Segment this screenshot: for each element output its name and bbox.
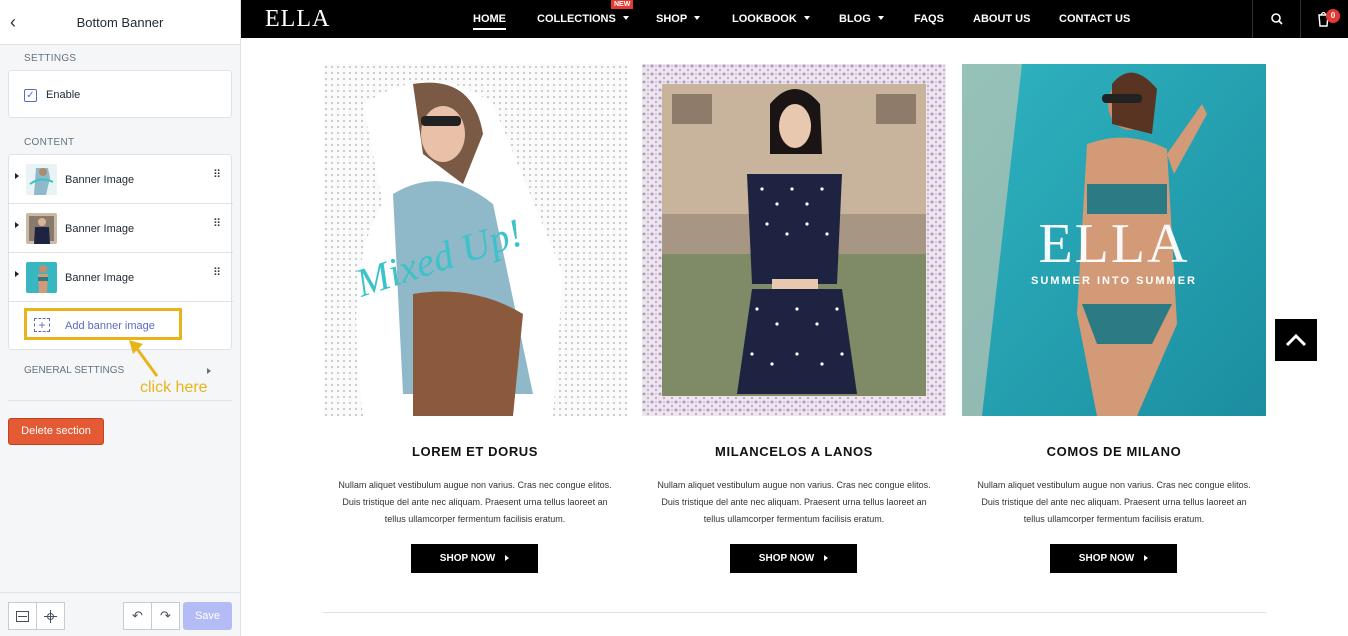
nav-shop[interactable]: SHOP <box>656 13 701 25</box>
banner-thumbnail <box>26 213 57 244</box>
divider <box>8 400 232 401</box>
block-row[interactable]: Banner Image ⠿ <box>9 253 233 302</box>
banner-image[interactable] <box>642 64 946 416</box>
undo-icon[interactable]: ↶ <box>123 602 152 630</box>
back-to-top-button[interactable] <box>1275 319 1317 361</box>
product-title: COMOS DE MILANO <box>1046 444 1182 459</box>
enable-checkbox[interactable]: ✓ <box>24 89 37 102</box>
drag-handle-icon[interactable]: ⠿ <box>213 170 221 181</box>
expand-caret-icon[interactable] <box>15 222 19 228</box>
nav-faqs[interactable]: FAQS <box>914 13 944 25</box>
cart-count-badge: 0 <box>1326 9 1340 23</box>
main-navigation: ELLA HOME COLLECTIONS NEW SHOP LOOKBOOK … <box>241 0 1348 38</box>
store-logo[interactable]: ELLA <box>265 6 330 33</box>
product-description: Nullam aliquet vestibulum augue non vari… <box>977 480 1251 524</box>
product-title: LOREM ET DORUS <box>411 444 539 459</box>
theme-editor-sidebar: ‹ Bottom Banner SETTINGS ✓ Enable CONTEN… <box>0 0 241 636</box>
add-banner-image-label: Add banner image <box>65 320 155 332</box>
dropdown-caret-icon <box>694 16 701 20</box>
annotation-arrow-icon <box>129 340 159 377</box>
general-settings-caret-icon[interactable] <box>207 368 211 374</box>
divider <box>323 612 1267 613</box>
editor-header: ‹ Bottom Banner <box>0 0 240 45</box>
block-label: Banner Image <box>65 272 135 284</box>
block-row[interactable]: Banner Image ⠿ <box>9 155 233 204</box>
nav-home[interactable]: HOME <box>473 13 506 30</box>
expand-caret-icon[interactable] <box>15 173 19 179</box>
play-arrow-icon <box>824 555 829 561</box>
shop-now-button[interactable]: SHOP NOW <box>1050 544 1177 573</box>
banner-thumbnail <box>26 262 57 293</box>
product-title: MILANCELOS A LANOS <box>715 444 873 459</box>
save-button[interactable]: Save <box>183 602 232 630</box>
block-label: Banner Image <box>65 223 135 235</box>
nav-contact-us[interactable]: CONTACT US <box>1059 13 1130 25</box>
new-badge: NEW <box>611 0 634 9</box>
inspector-icon[interactable] <box>36 602 65 630</box>
expand-caret-icon[interactable] <box>15 271 19 277</box>
product-description: Nullam aliquet vestibulum augue non vari… <box>338 480 612 524</box>
nav-lookbook[interactable]: LOOKBOOK <box>732 13 810 25</box>
enable-setting[interactable]: ✓ Enable <box>8 70 232 118</box>
section-title: Bottom Banner <box>76 15 164 30</box>
dropdown-caret-icon <box>803 16 810 20</box>
storefront-preview: ELLA HOME COLLECTIONS NEW SHOP LOOKBOOK … <box>241 0 1348 636</box>
drag-handle-icon[interactable]: ⠿ <box>213 219 221 230</box>
desktop-view-icon[interactable] <box>8 602 37 630</box>
nav-collections[interactable]: COLLECTIONS NEW <box>537 0 634 25</box>
shop-now-button[interactable]: SHOP NOW <box>730 544 857 573</box>
enable-label: Enable <box>46 89 81 101</box>
block-label: Banner Image <box>65 174 135 186</box>
click-here-annotation: click here <box>140 379 208 396</box>
banner-image[interactable]: ELLA SUMMER INTO SUMMER <box>962 64 1266 416</box>
delete-section-button[interactable]: Delete section <box>8 418 104 445</box>
ella-overlay-subtitle: SUMMER INTO SUMMER <box>1031 275 1197 287</box>
banner-thumbnail <box>26 164 57 195</box>
play-arrow-icon <box>1144 555 1149 561</box>
ella-overlay-title: ELLA <box>1038 213 1190 275</box>
banner-image[interactable]: Mixed Up! <box>323 64 627 416</box>
add-banner-image-button[interactable]: + Add banner image <box>9 302 233 351</box>
product-description: Nullam aliquet vestibulum augue non vari… <box>657 480 931 524</box>
dropdown-caret-icon <box>622 16 629 20</box>
redo-icon[interactable]: ↷ <box>151 602 180 630</box>
chevron-up-icon <box>1285 333 1307 347</box>
content-heading: CONTENT <box>24 137 75 148</box>
play-arrow-icon <box>505 555 510 561</box>
block-row[interactable]: Banner Image ⠿ <box>9 204 233 253</box>
content-blocks: Banner Image ⠿ Banner Image ⠿ Banner Ima… <box>8 154 233 351</box>
search-icon[interactable] <box>1252 0 1300 38</box>
cart-icon[interactable]: 0 <box>1300 0 1348 38</box>
dropdown-caret-icon <box>877 16 884 20</box>
drag-handle-icon[interactable]: ⠿ <box>213 268 221 279</box>
settings-heading: SETTINGS <box>24 53 77 64</box>
editor-footer: ↶ ↷ Save <box>0 592 240 636</box>
nav-about-us[interactable]: ABOUT US <box>973 13 1030 25</box>
general-settings-toggle[interactable]: GENERAL SETTINGS <box>24 365 124 376</box>
nav-blog[interactable]: BLOG <box>839 13 884 25</box>
add-block-icon: + <box>34 318 50 332</box>
shop-now-button[interactable]: SHOP NOW <box>411 544 538 573</box>
